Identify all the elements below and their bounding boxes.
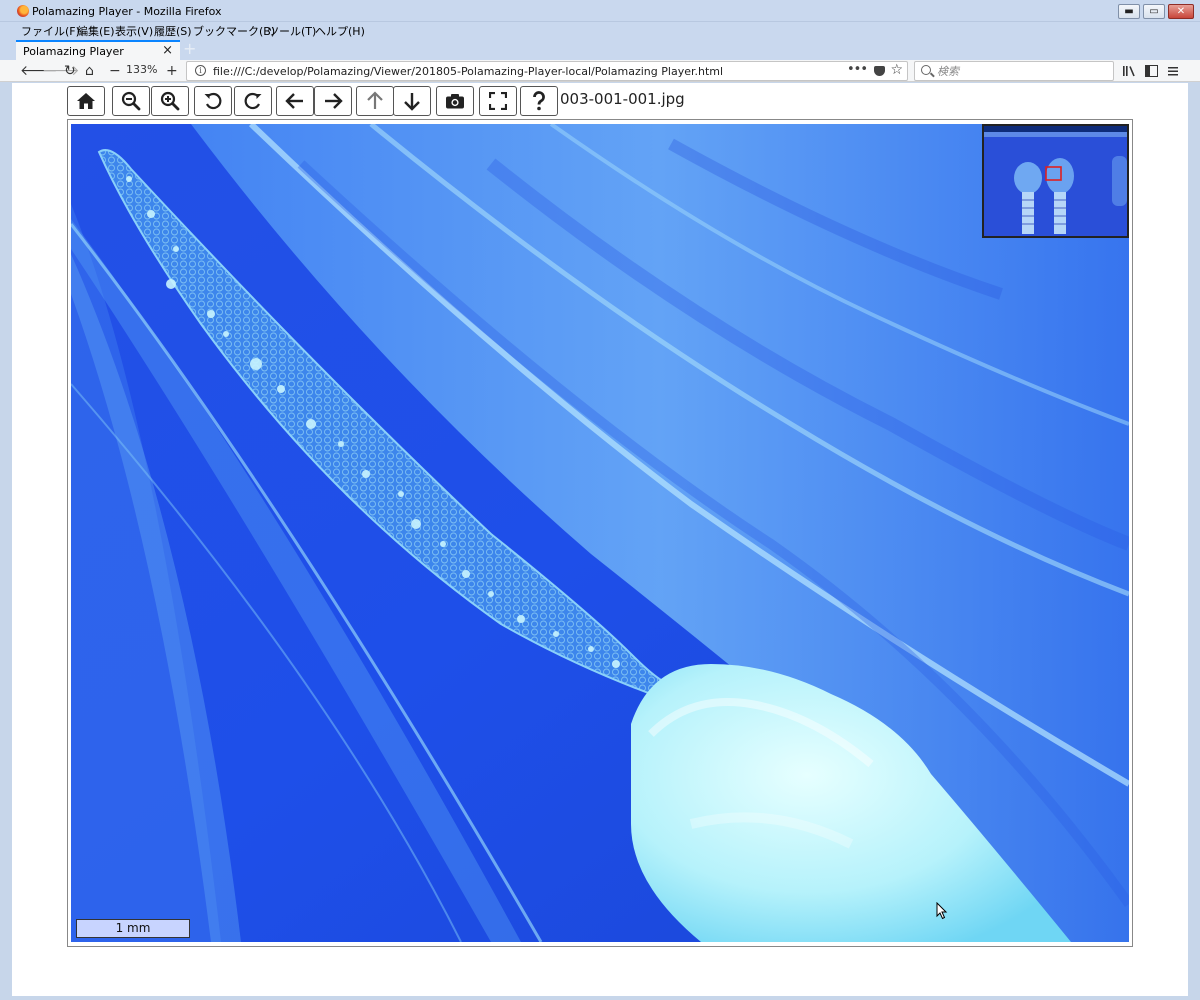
tab-polamazing-player[interactable]: Polamazing Player ×	[16, 40, 180, 60]
zoom-out-icon	[121, 91, 141, 111]
library-icon[interactable]	[1122, 65, 1136, 77]
menu-help[interactable]: ヘルプ(H)	[315, 23, 365, 39]
url-text[interactable]: file:///C:/develop/Polamazing/Viewer/201…	[213, 65, 723, 78]
rotate-right-button[interactable]	[234, 86, 272, 116]
rotate-right-icon	[244, 92, 262, 110]
image-viewer[interactable]	[67, 119, 1133, 947]
zoom-out-button[interactable]	[112, 86, 150, 116]
minimize-button[interactable]: ▬	[1118, 4, 1140, 19]
close-icon: ✕	[1176, 5, 1186, 17]
search-box[interactable]	[914, 61, 1114, 81]
new-tab-icon[interactable]: +	[183, 39, 196, 58]
arrow-up-icon	[367, 91, 383, 109]
overview-minimap[interactable]	[982, 124, 1129, 238]
next-button[interactable]	[314, 86, 352, 116]
arrow-right-icon	[325, 93, 343, 109]
rotate-left-button[interactable]	[194, 86, 232, 116]
up-button[interactable]	[356, 86, 394, 116]
menu-bookmarks[interactable]: ブックマーク(B)	[193, 23, 275, 39]
zoom-reduce-icon[interactable]: −	[109, 61, 121, 81]
maximize-button[interactable]: ▭	[1143, 4, 1165, 19]
home-page-icon[interactable]: ⌂	[85, 61, 94, 81]
previous-button[interactable]	[276, 86, 314, 116]
mouse-cursor-icon	[936, 902, 948, 920]
window-controls: ▬ ▭ ✕	[1118, 4, 1194, 19]
menu-file[interactable]: ファイル(F)	[21, 23, 80, 39]
menu-history[interactable]: 履歴(S)	[154, 23, 192, 39]
menu-edit[interactable]: 編集(E)	[77, 23, 115, 39]
minimize-icon: ▬	[1124, 5, 1134, 17]
minimap-thumbnail	[984, 126, 1127, 236]
arrow-left-icon	[285, 93, 303, 109]
search-icon	[921, 65, 931, 75]
close-window-button[interactable]: ✕	[1168, 4, 1194, 19]
zoom-in-icon	[160, 91, 180, 111]
menu-hamburger-icon[interactable]	[1167, 65, 1179, 77]
arrow-down-icon	[404, 93, 420, 111]
sidebar-icon[interactable]	[1145, 65, 1158, 77]
page-actions-icon[interactable]: •••	[847, 62, 868, 77]
tab-title: Polamazing Player	[23, 45, 124, 58]
reload-icon[interactable]: ↻	[64, 61, 76, 81]
help-button[interactable]	[520, 86, 558, 116]
image-filename: 003-001-001.jpg	[560, 90, 685, 108]
down-button[interactable]	[393, 86, 431, 116]
microscope-image-drawing	[71, 124, 1129, 942]
bookmark-star-icon[interactable]: ☆	[890, 62, 903, 78]
url-bar[interactable]: i file:///C:/develop/Polamazing/Viewer/2…	[186, 61, 908, 81]
pocket-icon[interactable]	[874, 66, 885, 76]
camera-icon	[446, 94, 464, 109]
menu-bar: ファイル(F) 編集(E) 表示(V) 履歴(S) ブックマーク(B) ツール(…	[0, 22, 1200, 38]
navigation-bar: 🡐 🡒 ↻ ⌂ − 133% + i file:///C:/develop/Po…	[0, 60, 1200, 82]
home-button[interactable]	[67, 86, 105, 116]
menu-tools[interactable]: ツール(T)	[268, 23, 316, 39]
scale-bar: 1 mm	[76, 919, 190, 938]
window-titlebar: Polamazing Player - Mozilla Firefox ▬ ▭ …	[0, 0, 1200, 22]
search-input[interactable]	[937, 64, 1107, 78]
microscope-image[interactable]	[71, 124, 1129, 942]
snapshot-button[interactable]	[436, 86, 474, 116]
menu-view[interactable]: 表示(V)	[115, 23, 153, 39]
home-icon	[77, 93, 95, 109]
fullscreen-button[interactable]	[479, 86, 517, 116]
fullscreen-icon	[489, 92, 507, 110]
firefox-icon	[17, 5, 29, 17]
rotate-left-icon	[204, 92, 222, 110]
zoom-enlarge-icon[interactable]: +	[166, 61, 178, 81]
zoom-level[interactable]: 133%	[126, 63, 157, 76]
close-tab-icon[interactable]: ×	[162, 43, 173, 58]
window-title: Polamazing Player - Mozilla Firefox	[32, 5, 222, 18]
tab-strip: Polamazing Player × +	[0, 38, 1200, 60]
site-info-icon[interactable]: i	[195, 65, 206, 76]
help-icon	[533, 91, 545, 111]
maximize-icon: ▭	[1149, 5, 1159, 17]
zoom-in-button[interactable]	[151, 86, 189, 116]
